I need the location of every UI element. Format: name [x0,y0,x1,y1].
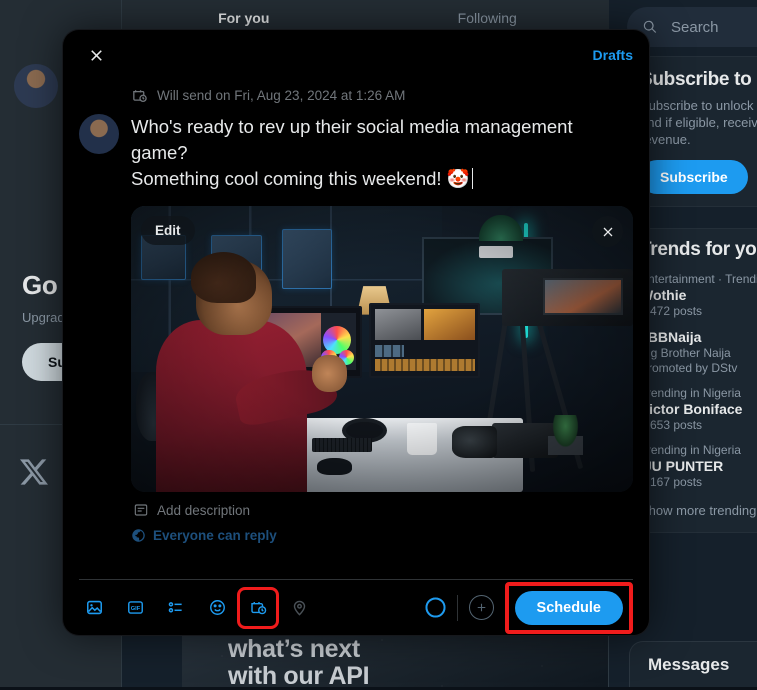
add-post-button[interactable] [469,595,494,620]
trend-item[interactable]: Trending in Nigeria Victor Boniface 2,65… [640,386,757,432]
drafts-link[interactable]: Drafts [593,47,633,63]
trend-meta: Trending in Nigeria [640,386,757,400]
text-caret [472,168,474,189]
character-count-progress [425,597,446,618]
svg-text:GIF: GIF [130,606,140,612]
trend-count: Big Brother Naija [640,346,757,360]
subscribe-button[interactable]: Subscribe [640,160,748,194]
post-text-line-1: Who's ready to rev up their social media… [131,114,633,166]
messages-dock[interactable]: Messages [629,641,757,687]
add-description-label: Add description [157,503,250,518]
add-description-button[interactable]: Add description [131,502,633,518]
schedule-submit-button[interactable]: Schedule [515,591,623,625]
schedule-icon[interactable] [243,593,273,623]
close-icon[interactable] [79,38,113,72]
feed-promo-headline: what’s next with our API [228,636,369,690]
post-text-line-2: Something cool coming this weekend! 🤡 [131,166,633,192]
schedule-clock-icon [131,87,148,104]
emoji-icon[interactable] [202,593,232,623]
post-text-input[interactable]: Who's ready to rev up their social media… [131,114,633,192]
media-icon[interactable] [79,593,109,623]
feed-promo-headline-line1: what’s next [228,636,369,663]
poll-icon[interactable] [161,593,191,623]
trend-name: #BBNaija [640,329,757,345]
trends-card-title: Trends for you [640,239,757,261]
trend-count: 1,472 posts [640,304,757,318]
feed-promo-headline-line2: with our API [228,663,369,690]
trend-item[interactable]: Entertainment · Trending Wothie 1,472 po… [640,272,757,318]
trend-promoted: Promoted by DStv [640,361,757,375]
compose-toolbar-actions: Schedule [425,582,633,634]
compose-post-modal: Drafts Will send on Fri, Aug 23, 2024 at… [63,30,649,635]
trend-name: Wothie [640,287,757,303]
avatar[interactable] [79,114,119,154]
avatar[interactable] [14,64,58,108]
media-attachment[interactable]: Edit [131,206,633,492]
subscribe-card-title: Subscribe to Premium [640,69,757,91]
search-placeholder: Search [671,19,719,36]
globe-icon [131,528,146,543]
compose-modal-body: Will send on Fri, Aug 23, 2024 at 1:26 A… [63,80,649,579]
reply-setting-button[interactable]: Everyone can reply [131,528,633,543]
trend-item[interactable]: #BBNaija Big Brother Naija Promoted by D… [640,329,757,375]
trend-name: Victor Boniface [640,401,757,417]
location-icon[interactable] [284,593,314,623]
compose-modal-header: Drafts [63,30,649,80]
schedule-notice-text: Will send on Fri, Aug 23, 2024 at 1:26 A… [157,88,405,103]
trend-count: 2,653 posts [640,418,757,432]
show-more-trends-link[interactable]: Show more trending [640,503,757,518]
toolbar-divider [457,595,458,621]
trend-meta: Entertainment · Trending [640,272,757,286]
trend-count: 1,167 posts [640,475,757,489]
post-text-line-2-content: Something cool coming this weekend! 🤡 [131,168,470,189]
compose-toolbar-icons: GIF [79,593,314,623]
trend-item[interactable]: Trending in Nigeria IJU PUNTER 1,167 pos… [640,443,757,489]
remove-media-button[interactable] [592,216,623,247]
compose-toolbar: GIF [79,579,633,635]
edit-media-button[interactable]: Edit [141,216,195,245]
schedule-button-highlight: Schedule [505,582,633,634]
composer-main: Who's ready to rev up their social media… [131,114,633,543]
trend-name: IJU PUNTER [640,458,757,474]
messages-dock-label: Messages [648,655,729,675]
trend-meta: Trending in Nigeria [640,443,757,457]
x-logo-icon[interactable] [20,458,48,486]
alt-text-icon [133,502,149,518]
gif-icon[interactable]: GIF [120,593,150,623]
media-photo [131,206,633,492]
subscribe-card-body: Subscribe to unlock new features and if … [640,97,757,148]
schedule-notice[interactable]: Will send on Fri, Aug 23, 2024 at 1:26 A… [79,80,633,110]
composer: Who's ready to rev up their social media… [79,114,633,543]
reply-setting-label: Everyone can reply [153,528,277,543]
